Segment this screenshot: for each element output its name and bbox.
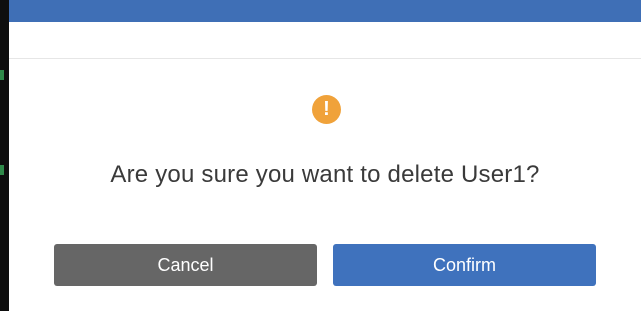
warning-icon: !: [312, 95, 341, 124]
background-indicator: [0, 70, 4, 80]
dialog-body: ! Are you sure you want to delete User1?…: [9, 59, 641, 311]
cancel-button[interactable]: Cancel: [54, 244, 317, 286]
dialog-header: [9, 22, 641, 59]
confirm-button[interactable]: Confirm: [333, 244, 596, 286]
background-edge: [0, 0, 9, 311]
background-indicator: [0, 165, 4, 175]
confirm-delete-dialog: ! Are you sure you want to delete User1?…: [9, 0, 641, 311]
app-background: ! Are you sure you want to delete User1?…: [0, 0, 641, 311]
dialog-top-bar: [9, 0, 641, 22]
confirmation-message: Are you sure you want to delete User1?: [110, 161, 540, 188]
